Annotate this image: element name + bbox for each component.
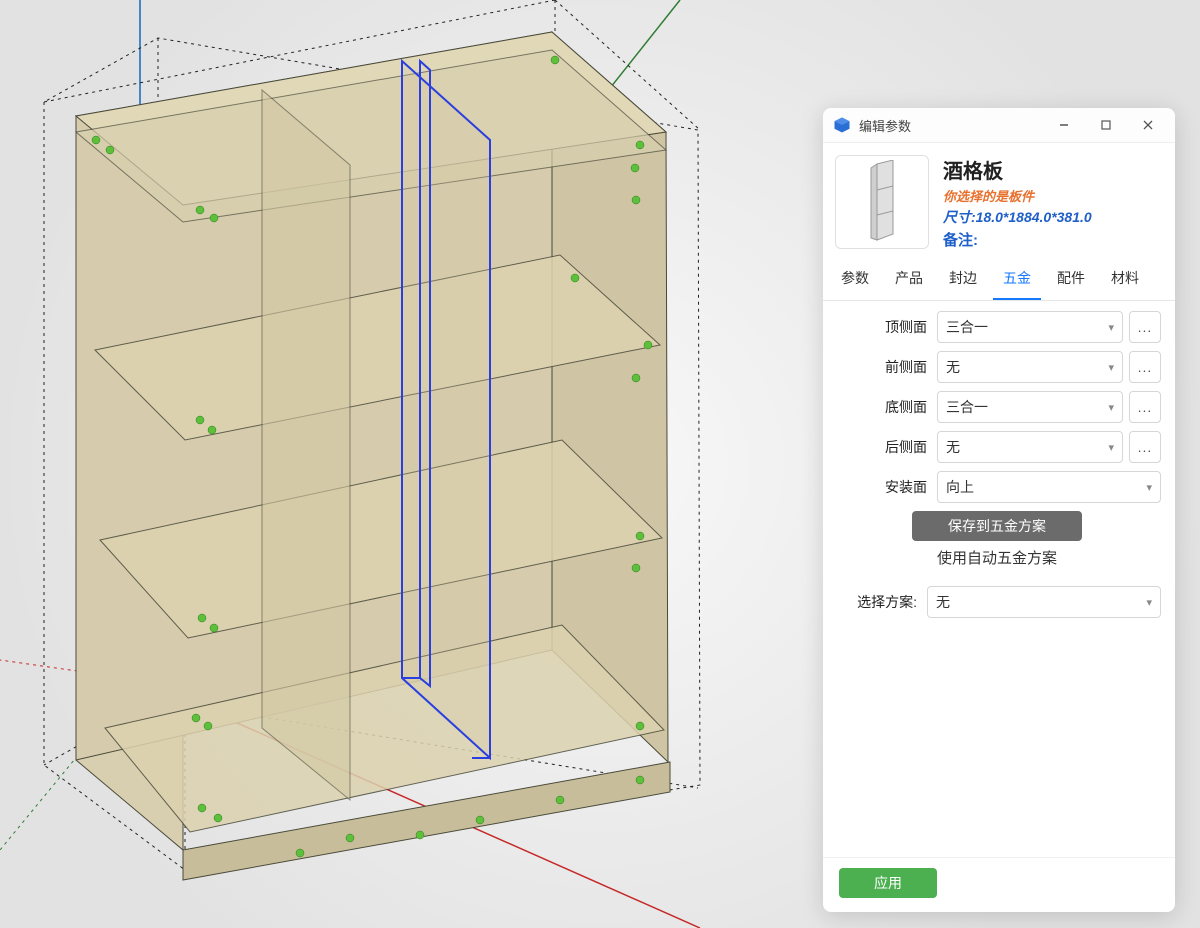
select-scheme-select[interactable]: 无 ▾ [927, 586, 1161, 618]
bottom-side-value: 三合一 [946, 397, 988, 417]
component-thumbnail [835, 155, 929, 249]
tab-params[interactable]: 参数 [831, 260, 879, 300]
tab-hardware[interactable]: 五金 [993, 260, 1041, 300]
top-side-more-button[interactable]: ... [1129, 311, 1161, 343]
component-name: 酒格板 [943, 155, 1163, 184]
chevron-down-icon: ▾ [1146, 596, 1152, 609]
window-close-button[interactable] [1127, 111, 1169, 139]
front-side-label: 前侧面 [833, 357, 931, 377]
back-side-more-button[interactable]: ... [1129, 431, 1161, 463]
dims-label: 尺寸: [943, 209, 976, 225]
back-side-label: 后侧面 [833, 437, 931, 457]
window-minimize-button[interactable] [1043, 111, 1085, 139]
select-scheme-label: 选择方案: [833, 592, 921, 612]
cabinet-model[interactable] [76, 32, 670, 880]
component-subtitle: 你选择的是板件 [943, 186, 1163, 205]
tabs: 参数 产品 封边 五金 配件 材料 [823, 260, 1175, 301]
top-side-select[interactable]: 三合一 ▾ [937, 311, 1123, 343]
back-side-value: 无 [946, 437, 960, 457]
chevron-down-icon: ▾ [1108, 321, 1114, 334]
save-hardware-scheme-button[interactable]: 保存到五金方案 [912, 511, 1082, 541]
chevron-down-icon: ▾ [1146, 481, 1152, 494]
front-side-value: 无 [946, 357, 960, 377]
panel-footer: 应用 [823, 857, 1175, 912]
select-scheme-value: 无 [936, 592, 950, 612]
tab-product[interactable]: 产品 [885, 260, 933, 300]
window-maximize-button[interactable] [1085, 111, 1127, 139]
hardware-form: 顶侧面 三合一 ▾ ... 前侧面 无 ▾ ... 底侧面 三合一 ▾ ... … [823, 301, 1175, 857]
bottom-side-label: 底侧面 [833, 397, 931, 417]
chevron-down-icon: ▾ [1108, 401, 1114, 414]
install-side-select[interactable]: 向上 ▾ [937, 471, 1161, 503]
apply-button[interactable]: 应用 [839, 868, 937, 898]
front-side-select[interactable]: 无 ▾ [937, 351, 1123, 383]
edit-params-panel: 编辑参数 酒格板 你选择的是板件 尺寸:18 [823, 108, 1175, 912]
top-side-label: 顶侧面 [833, 317, 931, 337]
bottom-side-more-button[interactable]: ... [1129, 391, 1161, 423]
component-dimensions: 尺寸:18.0*1884.0*381.0 [943, 207, 1163, 227]
use-auto-hardware-scheme-link[interactable]: 使用自动五金方案 [833, 547, 1161, 568]
bottom-side-select[interactable]: 三合一 ▾ [937, 391, 1123, 423]
component-remark-label: 备注: [943, 229, 1163, 250]
chevron-down-icon: ▾ [1108, 361, 1114, 374]
app-logo-icon [833, 116, 851, 134]
selected-divider[interactable] [402, 61, 490, 758]
selection-header: 酒格板 你选择的是板件 尺寸:18.0*1884.0*381.0 备注: [823, 143, 1175, 254]
back-side-select[interactable]: 无 ▾ [937, 431, 1123, 463]
dims-value: 18.0*1884.0*381.0 [976, 209, 1092, 225]
top-side-value: 三合一 [946, 317, 988, 337]
panel-titlebar[interactable]: 编辑参数 [823, 108, 1175, 143]
tab-edge[interactable]: 封边 [939, 260, 987, 300]
install-side-value: 向上 [946, 477, 974, 497]
chevron-down-icon: ▾ [1108, 441, 1114, 454]
front-side-more-button[interactable]: ... [1129, 351, 1161, 383]
install-side-label: 安装面 [833, 477, 931, 497]
tab-acc[interactable]: 配件 [1047, 260, 1095, 300]
tab-material[interactable]: 材料 [1101, 260, 1149, 300]
panel-title: 编辑参数 [859, 116, 1043, 135]
